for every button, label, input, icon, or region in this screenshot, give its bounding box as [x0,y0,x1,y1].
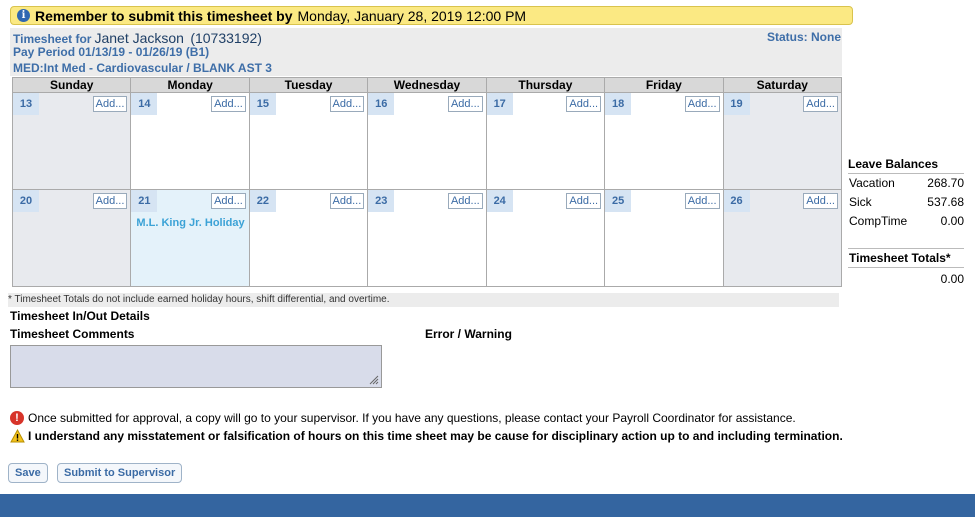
in-out-details-heading: Timesheet In/Out Details [10,309,150,323]
day-cell: 13 Add... [11,92,132,190]
info-icon: i [17,9,30,22]
day-number: 20 [13,190,39,212]
add-entry-button[interactable]: Add... [684,193,720,209]
totals-title: Timesheet Totals* [848,248,964,268]
day-number: 16 [368,93,395,115]
warning-message-text: I understand any misstatement or falsifi… [28,429,843,443]
weekday-monday: Monday [130,77,250,93]
day-cell: 16 Add... [367,92,487,190]
add-entry-button[interactable]: Add... [684,96,720,112]
leave-label: CompTime [849,214,908,228]
weekday-header-row: Sunday Monday Tuesday Wednesday Thursday… [11,77,843,93]
day-cell-holiday: 21 Add... M.L. King Jr. Holiday [130,189,250,287]
weekday-friday: Friday [604,77,724,93]
status-label: Status: None [766,30,841,44]
day-number: 17 [486,93,513,115]
day-number: 14 [131,93,158,115]
add-entry-button[interactable]: Add... [329,193,365,209]
add-entry-button[interactable]: Add... [329,96,365,112]
day-number: 21 [131,190,158,212]
timesheet-for-label: Timesheet for [13,32,92,46]
add-entry-button[interactable]: Add... [92,96,128,112]
day-cell: 15 Add... [248,92,369,190]
day-number: 25 [605,190,632,212]
add-entry-button[interactable]: Add... [447,96,483,112]
leave-row-sick: Sick 537.68 [848,193,964,212]
day-number: 13 [13,93,39,115]
employee-name: Janet Jackson [94,30,184,46]
warning-triangle-icon [10,429,25,443]
day-number: 15 [249,93,276,115]
day-cell: 17 Add... [485,92,606,190]
leave-value: 268.70 [927,176,964,190]
info-message-text: Once submitted for approval, a copy will… [28,411,796,425]
warning-message: I understand any misstatement or falsifi… [10,429,843,443]
leave-label: Sick [849,195,872,209]
weekday-saturday: Saturday [722,77,843,93]
day-number: 24 [486,190,513,212]
add-entry-button[interactable]: Add... [92,193,128,209]
pay-period: Pay Period 01/13/19 - 01/26/19 (B1) [13,45,210,59]
day-cell: 26 Add... [722,189,843,287]
page-footer-bar [0,494,975,517]
timesheet-totals-panel: Timesheet Totals* 0.00 [848,248,964,286]
day-cell: 14 Add... [130,92,250,190]
day-cell: 24 Add... [485,189,606,287]
weekday-sunday: Sunday [11,77,132,93]
add-entry-button[interactable]: Add... [566,193,602,209]
day-cell: 20 Add... [11,189,132,287]
employee-line: Timesheet for Janet Jackson (10733192) [13,30,262,46]
totals-value: 0.00 [940,272,964,286]
day-cell: 22 Add... [248,189,369,287]
day-cell: 25 Add... [604,189,724,287]
leave-row-comptime: CompTime 0.00 [848,212,964,231]
leave-value: 537.68 [927,195,964,209]
banner-text: Remember to submit this timesheet by [35,7,293,24]
day-number: 18 [605,93,632,115]
timesheet-header: Timesheet for Janet Jackson (10733192) Pa… [10,28,842,76]
timesheet-calendar: Sunday Monday Tuesday Wednesday Thursday… [11,77,843,287]
week-row: 13 Add... 14 Add... 15 Add... 16 Add... 17 Ad… [11,92,843,190]
day-number: 23 [368,190,395,212]
add-entry-button[interactable]: Add... [211,193,246,209]
leave-value: 0.00 [940,214,964,228]
add-entry-button[interactable]: Add... [803,96,838,112]
weekday-thursday: Thursday [485,77,606,93]
resize-grip-icon[interactable] [369,375,379,385]
comments-heading: Timesheet Comments [10,327,135,341]
day-number: 26 [723,190,750,212]
leave-balances-title: Leave Balances [848,157,964,174]
employee-id: (10733192) [190,30,262,46]
day-cell: 19 Add... [722,92,843,190]
banner-deadline: Monday, January 28, 2019 12:00 PM [297,7,527,24]
weekday-wednesday: Wednesday [367,77,487,93]
weekday-tuesday: Tuesday [248,77,369,93]
totals-footnote: * Timesheet Totals do not include earned… [8,293,839,307]
day-cell: 23 Add... [367,189,487,287]
leave-label: Vacation [849,176,895,190]
timesheet-comments-textarea[interactable] [10,345,382,388]
error-circle-icon: ! [10,411,24,425]
holiday-label: M.L. King Jr. Holiday [136,217,245,229]
error-warning-heading: Error / Warning [425,327,512,341]
week-row: 20 Add... 21 Add... M.L. King Jr. Holiday 2… [11,189,843,287]
add-entry-button[interactable]: Add... [211,96,246,112]
day-number: 19 [723,93,750,115]
day-cell: 18 Add... [604,92,724,190]
add-entry-button[interactable]: Add... [447,193,483,209]
add-entry-button[interactable]: Add... [566,96,602,112]
department: MED:Int Med - Cardiovascular / BLANK AST… [13,61,272,75]
add-entry-button[interactable]: Add... [803,193,838,209]
info-message: ! Once submitted for approval, a copy wi… [10,411,796,425]
save-button[interactable]: Save [8,463,48,483]
leave-row-vacation: Vacation 268.70 [848,174,964,193]
day-number: 22 [249,190,276,212]
deadline-banner: i Remember to submit this timesheet by M… [10,6,853,25]
submit-to-supervisor-button[interactable]: Submit to Supervisor [57,463,183,483]
leave-balances-panel: Leave Balances Vacation 268.70 Sick 537.68… [848,157,964,231]
